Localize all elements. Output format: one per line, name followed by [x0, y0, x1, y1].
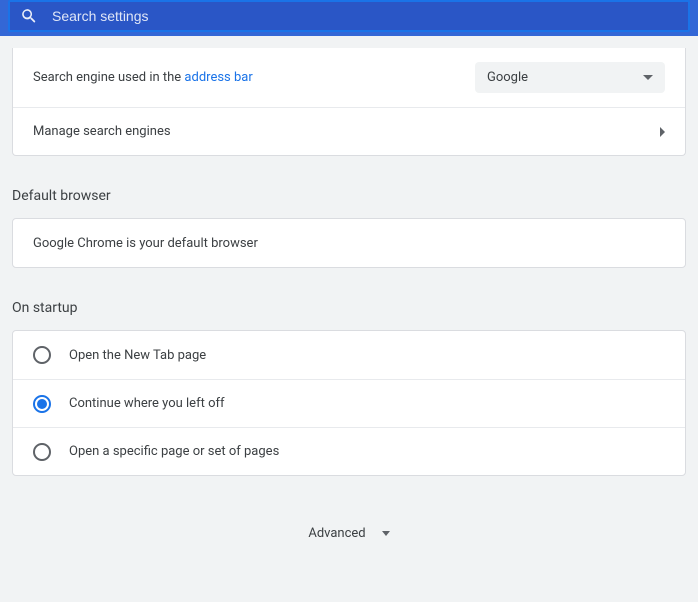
label-text: Search engine used in the [33, 70, 184, 85]
address-bar-link[interactable]: address bar [184, 70, 252, 85]
advanced-toggle[interactable]: Advanced [0, 476, 698, 571]
startup-option-continue[interactable]: Continue where you left off [13, 379, 685, 427]
search-engine-card: Search engine used in the address bar Go… [12, 48, 686, 156]
startup-option-specific[interactable]: Open a specific page or set of pages [13, 427, 685, 475]
option-label: Open a specific page or set of pages [69, 444, 665, 459]
default-browser-row: Google Chrome is your default browser [13, 219, 685, 267]
radio-icon [33, 443, 51, 461]
caret-down-icon [382, 531, 390, 536]
search-engine-label: Search engine used in the address bar [33, 70, 475, 85]
option-label: Open the New Tab page [69, 348, 665, 363]
manage-label: Manage search engines [33, 124, 660, 139]
search-icon [20, 7, 38, 25]
option-label: Continue where you left off [69, 396, 665, 411]
default-browser-status: Google Chrome is your default browser [33, 236, 665, 251]
default-browser-card: Google Chrome is your default browser [12, 218, 686, 268]
caret-down-icon [643, 75, 653, 80]
radio-icon [33, 395, 51, 413]
search-bar[interactable] [8, 0, 690, 32]
manage-search-engines-row[interactable]: Manage search engines [13, 107, 685, 155]
startup-card: Open the New Tab page Continue where you… [12, 330, 686, 476]
search-input[interactable] [52, 8, 678, 24]
select-value: Google [487, 70, 528, 85]
search-engine-select[interactable]: Google [475, 62, 665, 93]
search-engine-row: Search engine used in the address bar Go… [13, 48, 685, 107]
chevron-right-icon [660, 127, 665, 137]
default-browser-title: Default browser [0, 156, 698, 218]
radio-icon [33, 346, 51, 364]
advanced-label: Advanced [308, 526, 365, 541]
startup-option-new-tab[interactable]: Open the New Tab page [13, 331, 685, 379]
startup-title: On startup [0, 268, 698, 330]
